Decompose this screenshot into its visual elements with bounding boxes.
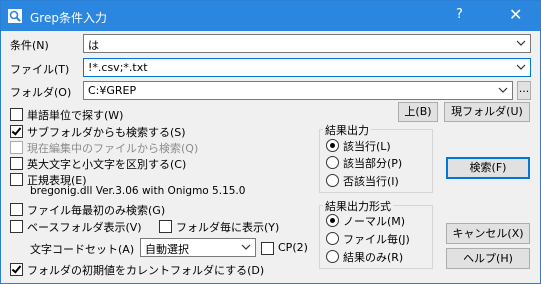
- browse-folder-button[interactable]: ...: [517, 81, 531, 100]
- word-unit-box[interactable]: [10, 108, 23, 121]
- up-button[interactable]: 上(B): [398, 102, 438, 122]
- chevron-down-icon[interactable]: [516, 38, 526, 48]
- radio-dot[interactable]: [326, 250, 339, 263]
- radio-dot[interactable]: [326, 214, 339, 227]
- cp-label: CP(2): [278, 241, 308, 254]
- charset-value: 自動選択: [145, 243, 189, 256]
- close-button[interactable]: ✕: [509, 5, 522, 24]
- initial-current-label: フォルダの初期値をカレントフォルダにする(D): [27, 264, 265, 277]
- radio-label: 該当部分(P): [343, 157, 403, 170]
- radio-label: ファイル毎(J): [343, 233, 410, 246]
- condition-combo[interactable]: は: [83, 34, 531, 53]
- folder-label: フォルダ(O): [10, 86, 72, 99]
- subfolder-label: サブフォルダからも検索する(S): [27, 126, 186, 139]
- help-title-button[interactable]: ?: [456, 7, 463, 22]
- radio-dot[interactable]: [326, 156, 339, 169]
- chevron-down-icon[interactable]: [498, 85, 508, 95]
- radio-label: ノーマル(M): [343, 215, 406, 228]
- radio-label: 該当行(L): [343, 140, 391, 153]
- result-output-title: 結果出力: [323, 122, 371, 138]
- radio-label: 結果のみ(R): [343, 251, 404, 264]
- first-match-box[interactable]: [10, 203, 23, 216]
- base-folder-label: ベースフォルダ表示(V): [27, 221, 142, 234]
- radio-dot[interactable]: [326, 174, 339, 187]
- cp-box[interactable]: [261, 242, 274, 255]
- chevron-down-icon[interactable]: [241, 242, 251, 252]
- file-value: !*.csv;*.txt: [88, 61, 148, 74]
- radio-dot[interactable]: [326, 139, 339, 152]
- word-unit-label: 単語単位で探す(W): [27, 109, 124, 122]
- chevron-down-icon[interactable]: [516, 62, 526, 72]
- title-bar[interactable]: Grep条件入力 ? ✕: [1, 1, 540, 31]
- from-editing-box: [10, 141, 23, 154]
- folder-value: C:¥GREP: [88, 84, 137, 97]
- window-title: Grep条件入力: [30, 11, 107, 25]
- regex-library-info: bregonig.dll Ver.3.06 with Onigmo 5.15.0: [30, 185, 246, 197]
- per-folder-box[interactable]: [159, 220, 172, 233]
- regex-box[interactable]: [10, 173, 23, 186]
- condition-value: は: [88, 39, 99, 52]
- radio-dot[interactable]: [326, 232, 339, 245]
- first-match-label: ファイル毎最初のみ検索(G): [27, 204, 166, 217]
- subfolder-box[interactable]: [10, 125, 23, 138]
- search-button[interactable]: 検索(F): [446, 157, 530, 179]
- result-format-title: 結果出力形式: [323, 198, 393, 214]
- per-folder-label: フォルダ毎に表示(Y): [176, 221, 280, 234]
- case-box[interactable]: [10, 157, 23, 170]
- condition-label: 条件(N): [10, 39, 49, 52]
- current-folder-button[interactable]: 現フォルダ(U): [444, 102, 530, 122]
- file-label: ファイル(T): [10, 63, 70, 76]
- grep-dialog: Grep条件入力 ? ✕ 条件(N) は ファイル(T) !*.csv;*.tx…: [0, 0, 541, 284]
- initial-current-box[interactable]: [10, 263, 23, 276]
- radio-label: 否該当行(I): [343, 175, 399, 188]
- help-button[interactable]: ヘルプ(H): [446, 248, 530, 269]
- cancel-button[interactable]: キャンセル(X): [446, 223, 530, 244]
- grep-app-icon: [8, 9, 22, 23]
- base-folder-box[interactable]: [10, 220, 23, 233]
- file-combo[interactable]: !*.csv;*.txt: [83, 58, 531, 77]
- from-editing-label: 現在編集中のファイルから検索(Q): [27, 142, 199, 155]
- charset-select[interactable]: 自動選択: [140, 238, 256, 257]
- charset-label: 文字コードセット(A): [30, 243, 135, 256]
- case-label: 英大文字と小文字を区別する(C): [27, 158, 187, 171]
- folder-combo[interactable]: C:¥GREP: [83, 81, 513, 100]
